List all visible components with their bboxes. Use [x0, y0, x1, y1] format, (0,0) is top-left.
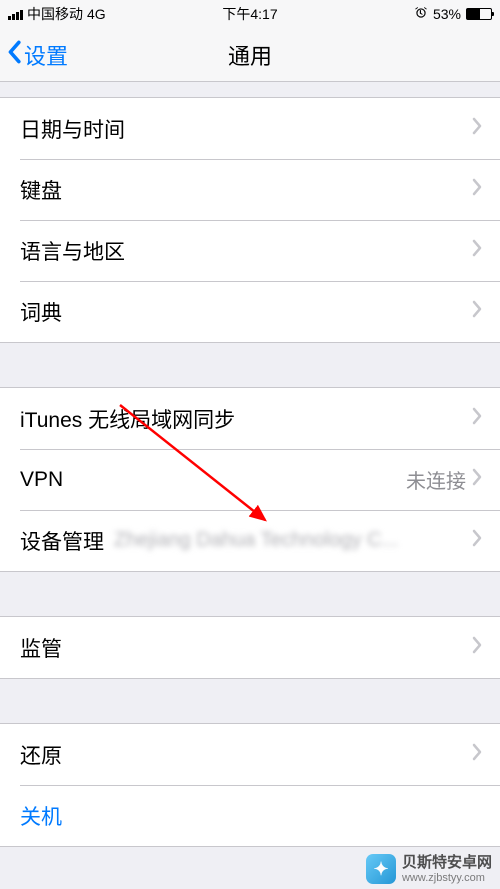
status-right: 53% [414, 6, 492, 23]
signal-icon [8, 8, 23, 20]
row-value: Zhejiang Dahua Technology C... [114, 529, 466, 552]
row-label: 关机 [20, 801, 482, 831]
status-time: 下午4:17 [222, 4, 277, 24]
settings-group-2: iTunes 无线局域网同步 VPN 未连接 设备管理 Zhejiang Dah… [0, 387, 500, 572]
chevron-right-icon [472, 743, 482, 767]
row-label: 日期与时间 [20, 114, 472, 144]
row-device-management[interactable]: 设备管理 Zhejiang Dahua Technology C... [0, 510, 500, 571]
row-itunes-sync[interactable]: iTunes 无线局域网同步 [0, 388, 500, 449]
settings-group-1: 日期与时间 键盘 语言与地区 词典 [0, 97, 500, 343]
back-button[interactable]: 设置 [0, 39, 68, 71]
row-label: 语言与地区 [20, 236, 472, 266]
back-label: 设置 [24, 39, 68, 71]
battery-icon [466, 8, 492, 20]
carrier-label: 中国移动 [27, 4, 83, 24]
chevron-right-icon [472, 407, 482, 431]
row-date-time[interactable]: 日期与时间 [0, 98, 500, 159]
row-label: VPN [20, 468, 406, 492]
row-language-region[interactable]: 语言与地区 [0, 220, 500, 281]
row-label: 键盘 [20, 175, 472, 205]
chevron-right-icon [472, 117, 482, 141]
row-label: 词典 [20, 297, 472, 327]
network-label: 4G [87, 6, 106, 22]
page-title: 通用 [228, 39, 272, 71]
watermark-url: www.zjbstyy.com [402, 872, 492, 885]
chevron-right-icon [472, 636, 482, 660]
settings-group-3: 监管 [0, 616, 500, 679]
chevron-right-icon [472, 178, 482, 202]
watermark: ✦ 贝斯特安卓网 www.zjbstyy.com [366, 854, 492, 885]
settings-group-4: 还原 关机 [0, 723, 500, 847]
chevron-right-icon [472, 529, 482, 553]
row-label: 设备管理 [20, 526, 104, 556]
chevron-right-icon [472, 468, 482, 492]
chevron-right-icon [472, 300, 482, 324]
chevron-right-icon [472, 239, 482, 263]
row-vpn[interactable]: VPN 未连接 [0, 449, 500, 510]
alarm-icon [414, 6, 428, 23]
watermark-name: 贝斯特安卓网 [402, 854, 492, 872]
row-keyboard[interactable]: 键盘 [0, 159, 500, 220]
row-label: 监管 [20, 633, 472, 663]
row-regulatory[interactable]: 监管 [0, 617, 500, 678]
row-value: 未连接 [406, 465, 466, 494]
status-left: 中国移动 4G [8, 4, 106, 24]
row-reset[interactable]: 还原 [0, 724, 500, 785]
nav-bar: 设置 通用 [0, 28, 500, 82]
row-shutdown[interactable]: 关机 [0, 785, 500, 846]
battery-percent: 53% [433, 6, 461, 22]
row-label: 还原 [20, 740, 472, 770]
watermark-logo-icon: ✦ [366, 854, 396, 884]
status-bar: 中国移动 4G 下午4:17 53% [0, 0, 500, 28]
row-dictionary[interactable]: 词典 [0, 281, 500, 342]
row-label: iTunes 无线局域网同步 [20, 404, 472, 434]
chevron-left-icon [6, 40, 22, 70]
